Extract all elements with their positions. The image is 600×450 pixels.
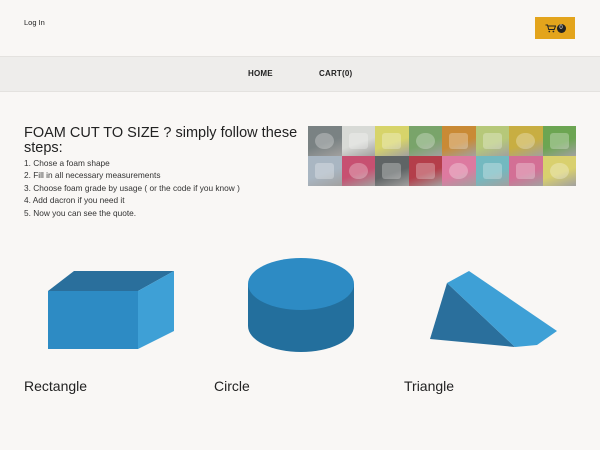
collage-tile-blue-sheet-foam [308, 156, 342, 186]
triangle-foam-icon [430, 271, 557, 347]
collage-tile-yellow-twist-foam [509, 126, 543, 156]
collage-tile-lime-wedge-foam [475, 126, 509, 156]
main-nav: HOME CART(0) [0, 56, 600, 92]
collage-tile-green-triangle-foam [408, 126, 442, 156]
collage-tile-yellow-profile-foam [375, 126, 409, 156]
nav-cart-link[interactable]: CART(0) [319, 69, 352, 78]
collage-tile-orange-block-foam [442, 126, 476, 156]
page-title: FOAM CUT TO SIZE ? simply follow these s… [24, 125, 298, 156]
collage-tile-yellow-cushion-foam [542, 156, 576, 186]
circle-foam-icon [248, 258, 354, 352]
cart-button[interactable]: 0 [535, 17, 575, 39]
collage-tile-grey-pad-foam [375, 156, 409, 186]
cart-count-badge: 0 [556, 23, 566, 33]
foam-products-collage [308, 126, 576, 186]
step-item: 1. Chose a foam shape [24, 158, 110, 168]
collage-tile-grey-channel-foam [308, 126, 342, 156]
nav-home-link[interactable]: HOME [248, 69, 273, 78]
shopping-cart-icon [545, 24, 556, 32]
shape-option-circle[interactable]: Circle [214, 255, 404, 405]
collage-tile-pink-panel-foam [509, 156, 543, 186]
collage-tile-pink-tube-foam [442, 156, 476, 186]
login-link[interactable]: Log In [24, 18, 45, 27]
shape-option-triangle[interactable]: Triangle [404, 255, 594, 405]
step-item: 2. Fill in all necessary measurements [24, 170, 161, 181]
step-item: 4. Add dacron if you need it [24, 195, 125, 206]
collage-tile-teal-block-foam [475, 156, 509, 186]
shape-label-circle: Circle [214, 378, 250, 394]
collage-tile-pink-egg-crate-foam [341, 156, 375, 186]
shape-label-triangle: Triangle [404, 378, 455, 394]
top-bar: Log In 0 [0, 0, 600, 56]
rectangle-foam-icon [48, 271, 174, 349]
collage-tile-red-pyramid-foam [408, 156, 442, 186]
shape-label-rectangle: Rectangle [24, 378, 88, 394]
steps-list: 1. Chose a foam shape 2. Fill in all nec… [24, 157, 240, 219]
shape-option-rectangle[interactable]: Rectangle [24, 255, 214, 405]
collage-tile-green-wave-foam [542, 126, 576, 156]
step-item: 5. Now you can see the quote. [24, 207, 137, 218]
step-item: 3. Choose foam grade by usage ( or the c… [24, 182, 240, 193]
collage-tile-white-block-foam [341, 126, 375, 156]
